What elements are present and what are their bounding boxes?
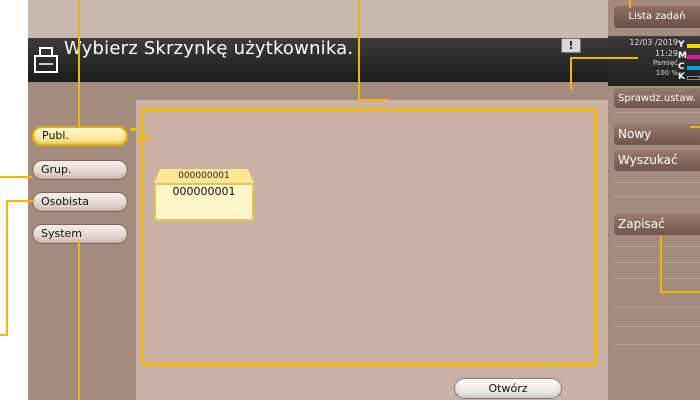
callout-line [660, 291, 700, 293]
callout-line [570, 58, 572, 90]
search-button[interactable]: Wyszukać [614, 150, 700, 171]
job-list-tab[interactable]: Lista zadań [614, 6, 700, 28]
box-list-frame: 000000001 000000001 [138, 108, 597, 366]
toner-letter: M [678, 51, 687, 61]
tab-group[interactable]: Grup. [32, 160, 128, 180]
toner-level-bar [687, 76, 700, 80]
top-band [28, 0, 700, 38]
tab-personal[interactable]: Osobista [32, 192, 128, 212]
divider [614, 196, 700, 197]
callout-line [78, 240, 80, 400]
user-box-item[interactable]: 000000001 000000001 [154, 169, 254, 221]
toner-magenta: M [678, 51, 700, 62]
callout-line [6, 200, 8, 335]
memory-label: Pamięć [652, 59, 678, 67]
title-bar: Wybierz Skrzynkę użytkownika. ! [28, 38, 608, 82]
machine-panel: Wybierz Skrzynkę użytkownika. ! Lista za… [28, 0, 700, 400]
toner-letter: Y [678, 40, 685, 50]
status-date: 12/03 /2019 [629, 38, 678, 47]
toner-level-bar [687, 44, 700, 48]
toner-level-bar [687, 66, 700, 70]
callout-line [6, 200, 34, 202]
callout-line [0, 334, 8, 336]
tab-system[interactable]: System [32, 224, 128, 244]
divider [614, 112, 700, 113]
open-button[interactable]: Otwórz [454, 378, 562, 399]
divider [614, 262, 700, 263]
callout-line [358, 0, 360, 100]
divider [614, 326, 700, 327]
tab-public[interactable]: Publ. [32, 126, 128, 146]
divider [614, 344, 700, 345]
callout-line [570, 57, 638, 59]
save-button[interactable]: Zapisać [614, 214, 700, 235]
user-box-number: 000000001 [154, 169, 254, 183]
callout-line [660, 236, 662, 292]
new-button[interactable]: Nowy [614, 124, 700, 145]
callout-line [0, 176, 32, 178]
toner-letter: C [678, 62, 685, 72]
page-title: Wybierz Skrzynkę użytkownika. [64, 38, 354, 59]
callout-line [690, 126, 700, 128]
divider [614, 182, 700, 183]
callout-line [358, 99, 388, 101]
divider [614, 246, 700, 247]
toner-letter: K [678, 72, 685, 82]
user-box-name: 000000001 [154, 183, 254, 221]
active-tab-connector [130, 128, 138, 131]
divider [614, 278, 700, 279]
toner-level-bar [687, 55, 700, 59]
status-panel: 12/03 /2019 11:29 Pamięć 100 % Y M C K [608, 36, 700, 86]
callout-line [629, 0, 631, 8]
memory-percent: 100 % [655, 69, 678, 77]
status-time: 11:29 [654, 49, 678, 58]
check-settings-button[interactable]: Sprawdz.ustaw. [614, 88, 700, 108]
toner-black: K [678, 72, 700, 83]
callout-line [78, 0, 80, 127]
divider [614, 306, 700, 307]
frame-connector [138, 137, 150, 140]
box-type-nav: Publ. Grup. Osobista System [28, 100, 136, 400]
box-list-area: 000000001 000000001 Otwórz [136, 100, 608, 400]
toner-yellow: Y [678, 40, 700, 51]
user-box-icon [34, 47, 58, 73]
warning-icon[interactable]: ! [561, 38, 581, 53]
